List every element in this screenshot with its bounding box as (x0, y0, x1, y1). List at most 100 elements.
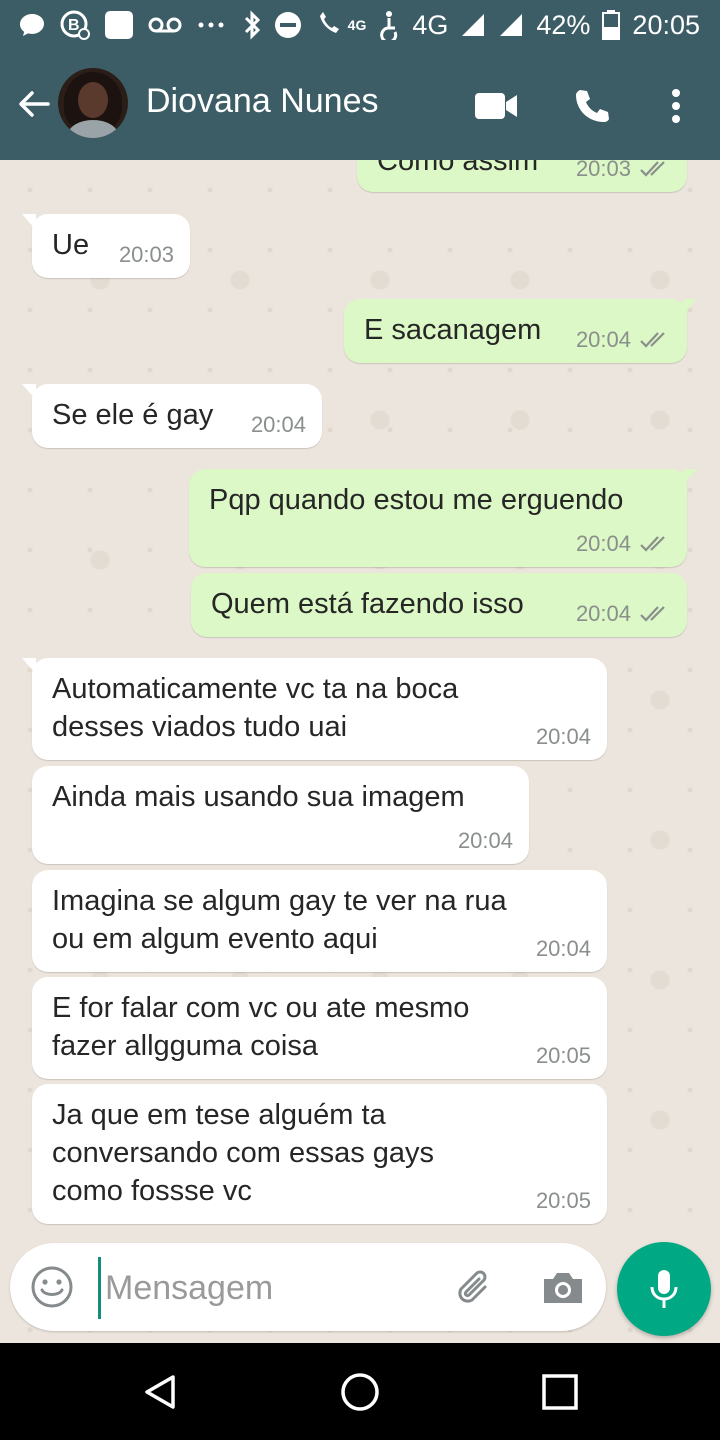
message-meta: 20:04 (536, 936, 591, 962)
more-options-button[interactable] (650, 80, 702, 132)
message-time: 20:04 (575, 327, 631, 352)
signal-icon (460, 12, 486, 38)
message-text: Ja que em tese alguém ta conversando com… (52, 1096, 434, 1210)
message-time: 20:04 (575, 531, 631, 556)
avatar[interactable] (58, 68, 128, 138)
chat-notification-icon (18, 11, 46, 39)
voice-call-button[interactable] (566, 80, 618, 132)
bubble-tail (683, 299, 697, 315)
nav-recents-button[interactable] (535, 1367, 585, 1417)
message-line: Imagina se algum gay te ver na rua (52, 885, 507, 917)
accessibility-icon (378, 10, 400, 40)
svg-text:B: B (68, 17, 80, 34)
read-ticks-icon (640, 606, 665, 622)
message-line: como fossse vc (52, 1175, 252, 1207)
message-bubble-incoming[interactable]: Imagina se algum gay te ver na rua ou em… (32, 870, 607, 972)
message-line: ou em algum evento aqui (52, 923, 378, 955)
clock: 20:05 (632, 9, 700, 40)
message-time: 20:03 (575, 160, 631, 181)
system-navigation-bar (0, 1343, 720, 1440)
voice-message-button[interactable] (617, 1242, 711, 1336)
message-list[interactable]: Como assim 20:03 Ue 20:03 E sacanagem 20… (0, 160, 720, 1343)
bubble-tail (683, 469, 697, 485)
camera-icon (544, 1273, 582, 1303)
video-call-button[interactable] (470, 80, 522, 132)
message-meta: 20:04 (458, 828, 513, 854)
message-line: Ja que em tese alguém ta (52, 1099, 386, 1131)
message-text: Ue (52, 229, 90, 261)
do-not-disturb-icon (274, 11, 302, 39)
read-ticks-icon (640, 332, 665, 348)
message-line: fazer allgguma coisa (52, 1030, 318, 1062)
chat-header: Diovana Nunes (0, 50, 720, 160)
nav-home-button[interactable] (335, 1367, 385, 1417)
message-text: E for falar com vc ou ate mesmo fazer al… (52, 989, 469, 1065)
volte-icon: 4G (314, 10, 366, 40)
network-type: 4G (412, 9, 449, 40)
message-text: Quem está fazendo isso (211, 588, 524, 620)
message-bubble-incoming[interactable]: Se ele é gay 20:04 (22, 384, 322, 448)
back-button[interactable] (12, 82, 56, 126)
bubble-tail (22, 384, 36, 400)
message-text: Automaticamente vc ta na boca desses via… (52, 670, 458, 746)
message-meta: 20:04 (576, 601, 671, 627)
attach-icon (458, 1270, 487, 1303)
emoji-button[interactable] (30, 1265, 74, 1309)
more-vert-icon (672, 89, 680, 123)
message-meta: 20:03 (576, 160, 671, 182)
message-bubble-incoming[interactable]: Ainda mais usando sua imagem 20:04 (32, 766, 529, 864)
phone-icon (576, 90, 609, 122)
message-meta: 20:04 (536, 724, 591, 750)
message-line: conversando com essas gays (52, 1137, 435, 1169)
message-time: 20:04 (457, 828, 513, 853)
message-line: E for falar com vc ou ate mesmo (52, 992, 470, 1024)
message-bubble-incoming[interactable]: Ue 20:03 (22, 214, 190, 278)
square-notification-icon (104, 10, 134, 40)
more-notifications-icon (196, 20, 226, 30)
nav-back-button[interactable] (135, 1367, 185, 1417)
bubble-tail (22, 658, 36, 674)
battery-icon (602, 10, 621, 40)
camera-button[interactable] (540, 1265, 586, 1311)
bubble-tail (22, 214, 36, 230)
message-time: 20:04 (535, 724, 591, 749)
read-ticks-icon (640, 536, 665, 552)
contact-name[interactable]: Diovana Nunes (146, 82, 378, 121)
message-composer (10, 1243, 606, 1331)
message-bubble-incoming[interactable]: Ja que em tese alguém ta conversando com… (32, 1084, 607, 1224)
message-meta: 20:05 (536, 1043, 591, 1069)
message-time: 20:04 (250, 412, 306, 437)
message-time: 20:04 (535, 936, 591, 961)
video-call-icon (475, 93, 517, 119)
message-text: E sacanagem (364, 314, 542, 346)
message-text: Se ele é gay (52, 399, 214, 431)
message-meta: 20:04 (251, 412, 306, 438)
message-bubble-incoming[interactable]: Automaticamente vc ta na boca desses via… (22, 658, 607, 760)
message-line: desses viados tudo uai (52, 711, 348, 743)
message-meta: 20:03 (119, 242, 174, 268)
message-time: 20:05 (535, 1043, 591, 1068)
emoji-icon (31, 1266, 73, 1308)
status-bar: B 4G 4G 42% 20:05 (0, 0, 720, 50)
message-input[interactable] (98, 1257, 437, 1319)
message-bubble-incoming[interactable]: E for falar com vc ou ate mesmo fazer al… (32, 977, 607, 1079)
back-arrow-icon (19, 91, 50, 117)
attach-button[interactable] (452, 1265, 498, 1311)
home-circle-icon (341, 1373, 379, 1411)
message-meta: 20:05 (536, 1188, 591, 1214)
voicemail-icon (148, 15, 182, 35)
recents-square-icon (542, 1374, 578, 1410)
message-bubble-outgoing[interactable]: Pqp quando estou me erguendo 20:04 (189, 469, 697, 567)
message-bubble-outgoing[interactable]: Como assim 20:03 (357, 160, 687, 192)
message-bubble-outgoing[interactable]: Quem está fazendo isso 20:04 (191, 573, 687, 637)
message-meta: 20:04 (576, 327, 671, 353)
message-text: Ainda mais usando sua imagem (52, 781, 465, 813)
b-notification-icon: B (60, 10, 90, 40)
mic-icon (650, 1270, 678, 1308)
message-time: 20:04 (575, 601, 631, 626)
whatsapp-chat-screen: B 4G 4G 42% 20:05 Diovana Nunes Como ass… (0, 0, 720, 1440)
back-triangle-icon (145, 1375, 175, 1409)
avatar-face (78, 82, 108, 118)
message-bubble-outgoing[interactable]: E sacanagem 20:04 (344, 299, 697, 363)
message-text: Como assim (377, 160, 539, 177)
